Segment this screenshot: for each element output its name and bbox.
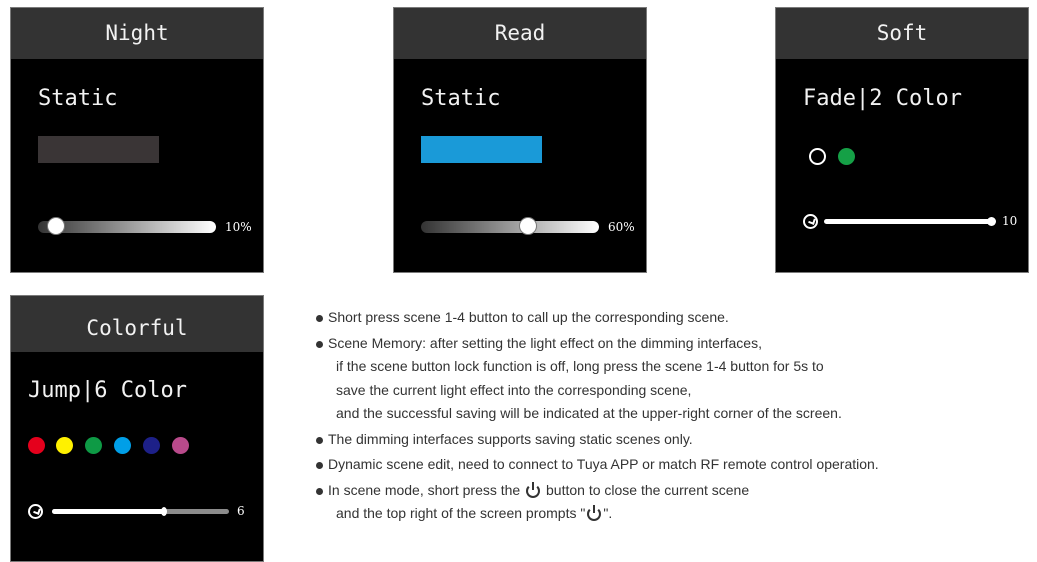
color-dot-navy[interactable]: [143, 437, 160, 454]
color-dot-cyan[interactable]: [114, 437, 131, 454]
color-dot-magenta[interactable]: [172, 437, 189, 454]
mode-label: Fade|2 Color: [803, 86, 962, 111]
speed-value: 6: [237, 504, 245, 518]
speed-value: 10: [1002, 214, 1018, 228]
mode-label: Static: [421, 86, 501, 111]
color-dot-green[interactable]: [85, 437, 102, 454]
speed-slider[interactable]: [52, 507, 229, 516]
note-line: Dynamic scene edit, need to connect to T…: [328, 456, 879, 472]
note-line: if the scene button lock function is off…: [336, 358, 824, 374]
brightness-value: 60%: [608, 220, 635, 234]
note-item: Short press scene 1-4 button to call up …: [315, 306, 1030, 330]
slider-knob[interactable]: [987, 217, 996, 226]
speed-gauge-icon: [28, 504, 43, 519]
scene-screen-soft: Soft Fade|2 Color 10: [775, 7, 1029, 273]
note-line: and the top right of the screen prompts …: [328, 502, 1030, 526]
note-line: The dimming interfaces supports saving s…: [328, 430, 693, 447]
color-swatch: [421, 136, 542, 163]
note-text: In scene mode, short press the: [328, 481, 521, 498]
color-dot-red[interactable]: [28, 437, 45, 454]
note-line: and the successful saving will be indica…: [336, 405, 842, 421]
scene-instructions: Short press scene 1-4 button to call up …: [315, 306, 1030, 528]
color-dot-black[interactable]: [809, 148, 826, 165]
slider-knob[interactable]: [46, 217, 65, 235]
brightness-value: 10%: [225, 220, 252, 234]
speed-fill: [52, 509, 164, 514]
scene-screen-colorful: Colorful Jump|6 Color 6: [10, 295, 264, 562]
note-line: Scene Memory: after setting the light ef…: [328, 334, 762, 351]
note-item: Dynamic scene edit, need to connect to T…: [315, 453, 1030, 477]
power-icon: [526, 481, 541, 498]
speed-gauge-icon: [803, 214, 818, 229]
brightness-slider[interactable]: [421, 217, 599, 235]
note-item: Scene Memory: after setting the light ef…: [315, 332, 1030, 426]
scene-title: Soft: [776, 8, 1028, 59]
color-dot-green[interactable]: [838, 148, 855, 165]
note-text: ".: [603, 505, 613, 521]
color-dot-yellow[interactable]: [56, 437, 73, 454]
scene-title: Night: [11, 8, 263, 59]
note-line: Short press scene 1-4 button to call up …: [328, 309, 729, 325]
color-swatch: [38, 136, 159, 163]
note-line: In scene mode, short press the button to…: [328, 479, 1030, 503]
slider-knob[interactable]: [518, 217, 537, 235]
speed-slider[interactable]: [824, 217, 996, 226]
note-item: The dimming interfaces supports saving s…: [315, 428, 1030, 452]
scene-screen-read: Read Static 60%: [393, 7, 647, 273]
brightness-slider[interactable]: [38, 217, 216, 235]
power-icon: [587, 505, 602, 521]
scene-screen-night: Night Static 10%: [10, 7, 264, 273]
scene-title: Colorful: [11, 296, 263, 352]
mode-label: Jump|6 Color: [28, 378, 187, 403]
note-line: save the current light effect into the c…: [336, 381, 692, 398]
note-text: and the top right of the screen prompts …: [336, 505, 586, 521]
scene-title: Read: [394, 8, 646, 59]
mode-label: Static: [38, 86, 118, 111]
slider-knob[interactable]: [160, 507, 167, 516]
note-text: button to close the current scene: [546, 481, 750, 498]
note-item: In scene mode, short press the button to…: [315, 479, 1030, 526]
